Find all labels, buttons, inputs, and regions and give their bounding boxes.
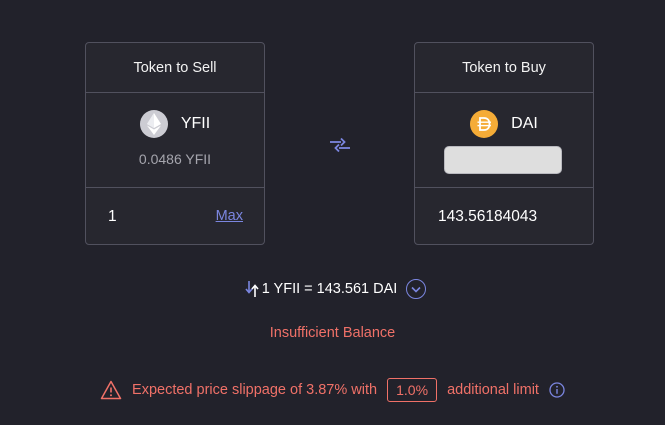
buy-amount-input[interactable] [438, 208, 540, 226]
swap-vertical-icon[interactable] [245, 280, 259, 298]
sell-card: Token to Sell YFII 0.0486 YFII Max [85, 42, 265, 245]
sell-token-balance: 0.0486 YFII [138, 151, 212, 167]
slippage-suffix-text: additional limit [447, 382, 539, 398]
sell-token-selector[interactable]: YFII 0.0486 YFII [86, 93, 264, 188]
buy-amount-area [415, 188, 593, 246]
insufficient-balance-message: Insufficient Balance [269, 325, 396, 341]
slippage-prefix-text: Expected price slippage of 3.87% with [132, 382, 378, 398]
buy-balance-placeholder [444, 146, 562, 174]
buy-card-title: Token to Buy [415, 43, 593, 93]
slippage-warning: Expected price slippage of 3.87% with ad… [0, 378, 665, 402]
ethereum-icon [139, 110, 168, 138]
chevron-down-circle-icon[interactable] [406, 279, 427, 299]
sell-amount-area: Max [86, 188, 264, 246]
info-icon[interactable] [549, 382, 565, 398]
sell-card-title: Token to Sell [86, 43, 264, 93]
sell-token-name: YFII [180, 115, 211, 132]
sell-amount-input[interactable] [108, 208, 198, 226]
exchange-rate-row: 1 YFII = 143.561 DAI [0, 279, 665, 299]
sell-token-row[interactable]: YFII [86, 110, 264, 138]
max-button[interactable]: Max [216, 208, 243, 224]
dai-icon [470, 110, 499, 138]
exchange-rate-text: 1 YFII = 143.561 DAI [261, 281, 398, 297]
swap-arrows-icon[interactable] [329, 136, 351, 154]
warning-icon [100, 380, 122, 400]
buy-token-row[interactable]: DAI [415, 110, 593, 138]
slippage-limit-input[interactable] [387, 378, 438, 402]
buy-token-name: DAI [511, 115, 538, 132]
buy-token-selector[interactable]: DAI [415, 93, 593, 188]
buy-card: Token to Buy DAI [414, 42, 594, 245]
